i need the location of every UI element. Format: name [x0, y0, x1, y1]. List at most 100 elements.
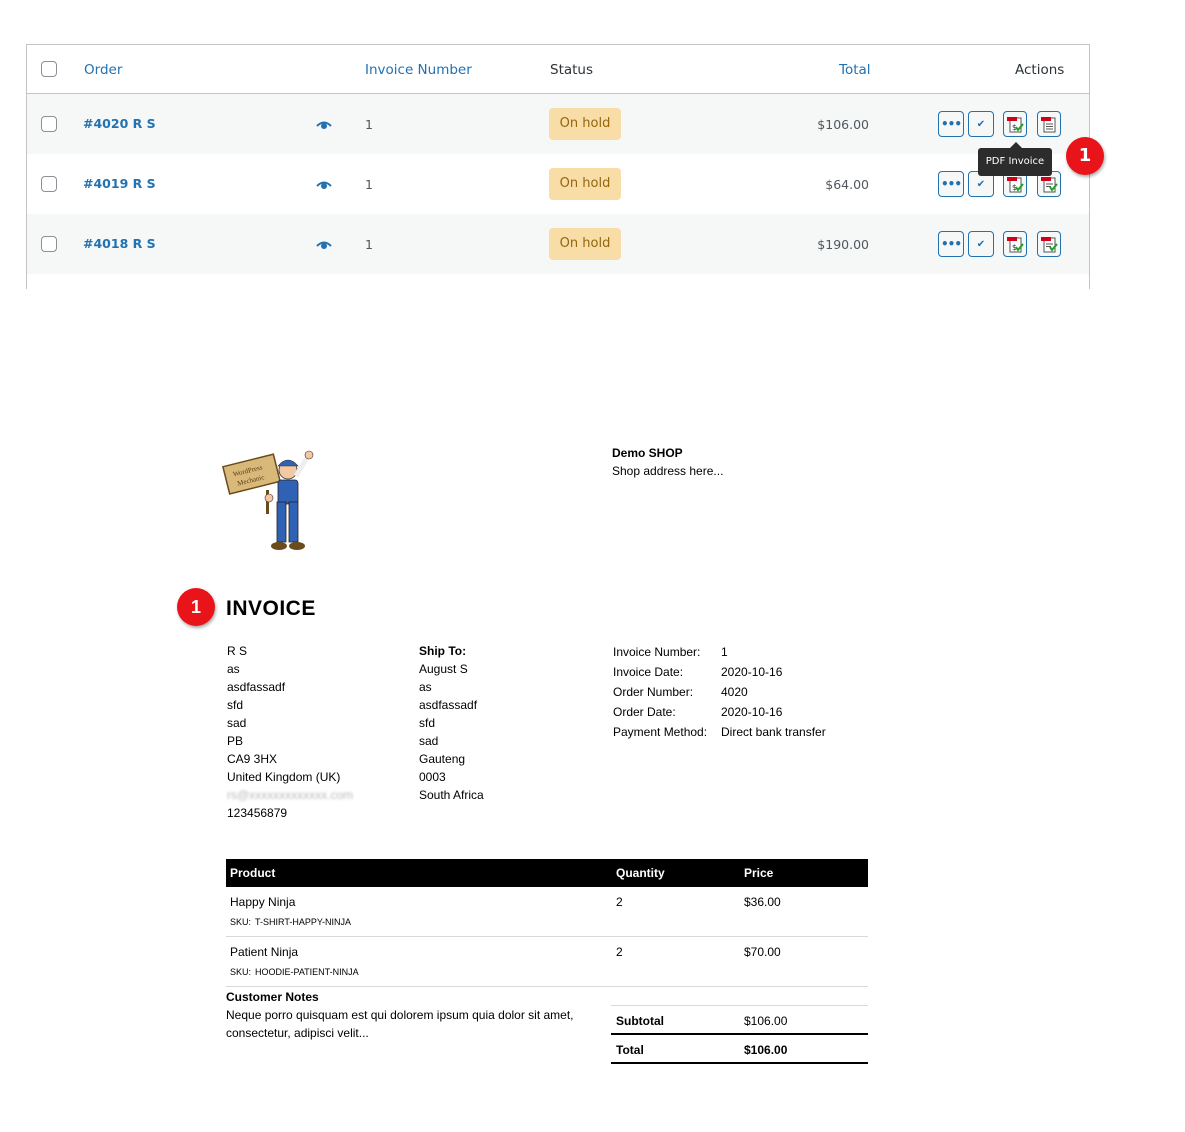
meta-row: Order Date: 2020-10-16 — [613, 702, 826, 722]
billing-email-redacted: rs@xxxxxxxxxxxxx.com — [227, 788, 354, 802]
ship-to-label: Ship To: — [419, 644, 467, 658]
shop-address: Shop address here... — [612, 464, 724, 478]
row-checkbox[interactable] — [41, 176, 57, 192]
preview-eye-icon[interactable] — [316, 120, 332, 130]
row-checkbox[interactable] — [41, 116, 57, 132]
meta-row: Payment Method: Direct bank transfer — [613, 722, 826, 742]
item-row: Happy Ninja SKU: T-SHIRT-HAPPY-NINJA 2 $… — [226, 887, 868, 937]
invoice-totals: Subtotal $106.00 Total $106.00 — [611, 1005, 868, 1064]
pdf-packing-slip-button[interactable] — [1037, 111, 1061, 137]
pdf-invoice-button[interactable]: $ — [1003, 111, 1027, 137]
annotation-marker: 1 — [177, 588, 215, 626]
shipping-line: sad — [419, 734, 439, 748]
meta-label: Invoice Number: — [613, 645, 701, 659]
item-price: $36.00 — [744, 895, 781, 909]
meta-value: 1 — [721, 645, 728, 659]
meta-value: 4020 — [721, 685, 748, 699]
pdf-packing-slip-button[interactable] — [1037, 231, 1061, 257]
more-actions-button[interactable]: ••• — [938, 171, 964, 197]
pdf-invoice-icon: $ — [1007, 117, 1024, 133]
more-actions-button[interactable]: ••• — [938, 231, 964, 257]
invoice-number: 1 — [365, 117, 373, 132]
column-header-status: Status — [550, 62, 594, 78]
table-header: Order Invoice Number Status Total Action… — [27, 45, 1089, 94]
column-header-actions: Actions — [1015, 62, 1065, 78]
item-price: $70.00 — [744, 945, 781, 959]
meta-label: Payment Method: — [613, 725, 708, 739]
preview-eye-icon[interactable] — [316, 240, 332, 250]
pdf-invoice-icon: $ — [1007, 177, 1024, 193]
pdf-invoice-icon: $ — [1007, 237, 1024, 253]
order-link[interactable]: #4018 R S — [83, 236, 156, 252]
annotation-marker: 1 — [1066, 137, 1104, 175]
items-header-quantity: Quantity — [616, 866, 665, 880]
shipping-line: as — [419, 680, 432, 694]
billing-line: as — [227, 662, 240, 676]
pdf-invoice-tooltip: PDF Invoice — [978, 142, 1052, 176]
subtotal-label: Subtotal — [616, 1014, 664, 1028]
total-label: Total — [616, 1043, 644, 1057]
invoice-items-table: Product Quantity Price Happy Ninja SKU: … — [226, 859, 868, 987]
order-total: $64.00 — [825, 177, 869, 192]
meta-label: Order Number: — [613, 685, 694, 699]
select-all-checkbox[interactable] — [41, 61, 57, 77]
order-link[interactable]: #4019 R S — [83, 176, 156, 192]
row-checkbox[interactable] — [41, 236, 57, 252]
billing-line: PB — [227, 734, 244, 748]
column-header-invoice-number[interactable]: Invoice Number — [365, 62, 472, 78]
status-badge: On hold — [549, 108, 621, 140]
pdf-packing-slip-done-icon — [1041, 237, 1058, 253]
billing-phone: 123456879 — [227, 806, 288, 820]
pdf-invoice-button[interactable]: $ — [1003, 231, 1027, 257]
item-row: Patient Ninja SKU: HOODIE-PATIENT-NINJA … — [226, 937, 868, 987]
pdf-packing-slip-icon — [1041, 117, 1056, 133]
subtotal-value: $106.00 — [744, 1014, 788, 1028]
status-badge: On hold — [549, 168, 621, 200]
meta-label: Order Date: — [613, 705, 676, 719]
check-icon: ✔ — [976, 238, 986, 250]
shipping-line: sfd — [419, 716, 436, 730]
more-icon: ••• — [940, 177, 962, 191]
total-row: Total $106.00 — [611, 1035, 868, 1064]
complete-button[interactable]: ✔ — [968, 231, 994, 257]
shipping-line: 0003 — [419, 770, 446, 784]
shipping-line: August S — [419, 662, 468, 676]
billing-line: asdfassadf — [227, 680, 286, 694]
meta-row: Invoice Date: 2020-10-16 — [613, 662, 826, 682]
meta-row: Order Number: 4020 — [613, 682, 826, 702]
item-sku: HOODIE-PATIENT-NINJA — [255, 967, 359, 977]
more-icon: ••• — [940, 237, 962, 251]
invoice-title: INVOICE — [226, 597, 316, 620]
check-icon: ✔ — [976, 178, 986, 190]
customer-notes-text: Neque porro quisquam est qui dolorem ips… — [226, 1008, 574, 1040]
status-badge: On hold — [549, 228, 621, 260]
table-row: #4020 R S 1 On hold $106.00 ••• ✔ $ — [27, 94, 1089, 154]
wordpress-mechanic-logo: WordPress Mechanic — [222, 450, 314, 550]
meta-value: Direct bank transfer — [721, 725, 826, 739]
preview-eye-icon[interactable] — [316, 180, 332, 190]
billing-address: R S as asdfassadf sfd sad PB CA9 3HX Uni… — [227, 642, 353, 822]
meta-value: 2020-10-16 — [721, 665, 783, 679]
column-header-order[interactable]: Order — [84, 62, 122, 78]
items-header-price: Price — [744, 866, 774, 880]
invoice-meta: Invoice Number: 1 Invoice Date: 2020-10-16… — [613, 642, 826, 742]
billing-line: sad — [227, 716, 247, 730]
invoice-number: 1 — [365, 237, 373, 252]
item-name: Patient Ninja — [230, 945, 299, 959]
order-total: $106.00 — [817, 117, 869, 132]
shipping-address: Ship To: August S as asdfassadf sfd sad … — [419, 642, 484, 804]
meta-row: Invoice Number: 1 — [613, 642, 826, 662]
order-total: $190.00 — [817, 237, 869, 252]
items-header-product: Product — [230, 866, 276, 880]
more-actions-button[interactable]: ••• — [938, 111, 964, 137]
billing-line: CA9 3HX — [227, 752, 278, 766]
item-sku-label: SKU: — [230, 967, 252, 977]
more-icon: ••• — [940, 117, 962, 131]
column-header-total[interactable]: Total — [839, 62, 871, 78]
items-header: Product Quantity Price — [226, 859, 868, 887]
shipping-line: Gauteng — [419, 752, 466, 766]
order-link[interactable]: #4020 R S — [83, 116, 156, 132]
meta-label: Invoice Date: — [613, 665, 684, 679]
complete-button[interactable]: ✔ — [968, 111, 994, 137]
meta-value: 2020-10-16 — [721, 705, 783, 719]
